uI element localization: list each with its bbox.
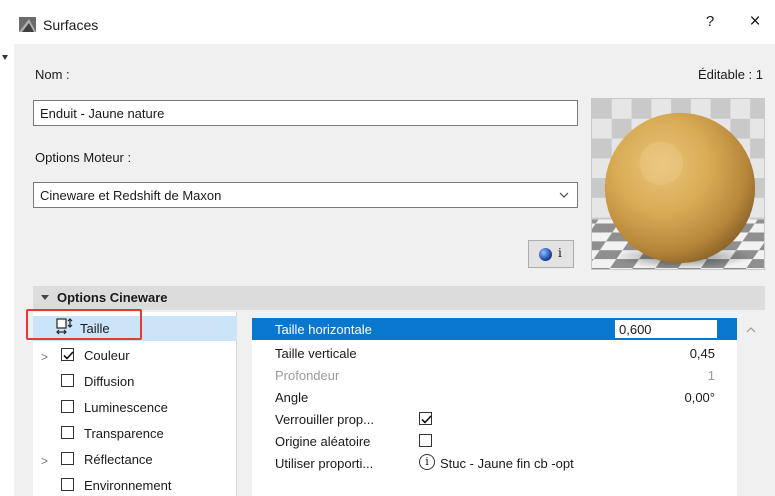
section-title: Options Cineware (57, 290, 168, 305)
property-value[interactable]: 0,45 (690, 346, 715, 361)
surface-name-input[interactable] (33, 100, 578, 126)
random-origin-checkbox[interactable] (419, 434, 432, 447)
channel-checkbox[interactable] (61, 426, 74, 439)
window-title: Surfaces (43, 17, 99, 33)
scroll-up-arrow-icon[interactable] (746, 326, 756, 334)
channel-checkbox[interactable] (61, 400, 74, 413)
engine-select[interactable]: Cineware et Redshift de Maxon (33, 182, 578, 208)
property-value: 1 (707, 368, 715, 383)
channel-label: Taille (80, 321, 110, 336)
name-label: Nom : (35, 67, 70, 82)
surfaces-app-icon (19, 17, 36, 32)
editable-count-label: Éditable : 1 (697, 67, 763, 82)
property-name: Angle (275, 390, 309, 405)
linked-surface-value: Stuc - Jaune fin cb -opt (440, 456, 574, 471)
close-button[interactable]: × (744, 11, 766, 33)
channel-item-environnement[interactable]: Environnement (33, 473, 237, 496)
channel-list: Taille > Couleur Diffusion Luminescence … (33, 312, 237, 496)
channel-label: Couleur (84, 348, 130, 363)
properties-panel: Taille horizontale Taille verticale 0,45… (252, 318, 737, 496)
channel-checkbox[interactable] (61, 374, 74, 387)
channel-label: Diffusion (84, 374, 135, 389)
checkmark-icon (63, 351, 74, 360)
resize-marker-icon (2, 55, 8, 60)
collapse-arrow-icon (41, 295, 49, 300)
cineware-info-button[interactable]: i (528, 240, 574, 268)
info-icon[interactable]: i (419, 454, 435, 470)
property-name: Verrouiller prop... (275, 412, 374, 427)
channel-item-diffusion[interactable]: Diffusion (33, 369, 237, 394)
property-name: Taille verticale (275, 346, 357, 361)
channel-checkbox[interactable] (61, 452, 74, 465)
engine-options-label: Options Moteur : (35, 150, 132, 165)
checkmark-icon (421, 415, 432, 424)
cineware-options-header[interactable]: Options Cineware (33, 286, 765, 310)
channel-item-couleur[interactable]: > Couleur (33, 343, 237, 368)
help-button[interactable]: ? (700, 13, 720, 30)
property-name: Profondeur (275, 368, 340, 383)
chevron-down-icon (559, 192, 569, 198)
channel-label: Luminescence (84, 400, 168, 415)
channel-item-taille[interactable]: Taille (33, 316, 237, 341)
engine-select-value: Cineware et Redshift de Maxon (40, 188, 222, 203)
channel-item-reflectance[interactable]: > Réflectance (33, 447, 237, 472)
channel-item-transparence[interactable]: Transparence (33, 421, 237, 446)
property-row-lock-proportions[interactable]: Verrouiller prop... (252, 408, 737, 430)
property-row-random-origin[interactable]: Origine aléatoire (252, 430, 737, 452)
info-label: i (558, 246, 562, 260)
property-value[interactable]: 0,00° (684, 390, 715, 405)
property-row-vertical-size[interactable]: Taille verticale 0,45 (252, 342, 737, 364)
property-name: Taille horizontale (275, 322, 372, 337)
channel-label: Environnement (84, 478, 172, 493)
channel-label: Transparence (84, 426, 164, 441)
material-preview (591, 98, 765, 270)
channel-checkbox[interactable] (61, 478, 74, 491)
title-bar: Surfaces ? × (0, 0, 775, 44)
property-row-horizontal-size[interactable]: Taille horizontale (252, 318, 737, 340)
channel-label: Réflectance (84, 452, 153, 467)
property-name: Origine aléatoire (275, 434, 371, 449)
properties-scrollbar[interactable] (737, 318, 765, 496)
property-row-depth: Profondeur 1 (252, 364, 737, 386)
lock-proportions-checkbox[interactable] (419, 412, 432, 425)
cineware-ball-icon (539, 248, 552, 261)
expand-chevron-icon[interactable]: > (41, 454, 48, 468)
channel-checkbox[interactable] (61, 348, 74, 361)
horizontal-size-input[interactable] (614, 319, 718, 339)
expand-chevron-icon[interactable]: > (41, 350, 48, 364)
property-name: Utiliser proporti... (275, 456, 374, 471)
channel-item-luminescence[interactable]: Luminescence (33, 395, 237, 420)
property-row-angle[interactable]: Angle 0,00° (252, 386, 737, 408)
property-row-use-proportions[interactable]: Utiliser proporti... i Stuc - Jaune fin … (252, 452, 737, 474)
size-icon (56, 318, 73, 335)
